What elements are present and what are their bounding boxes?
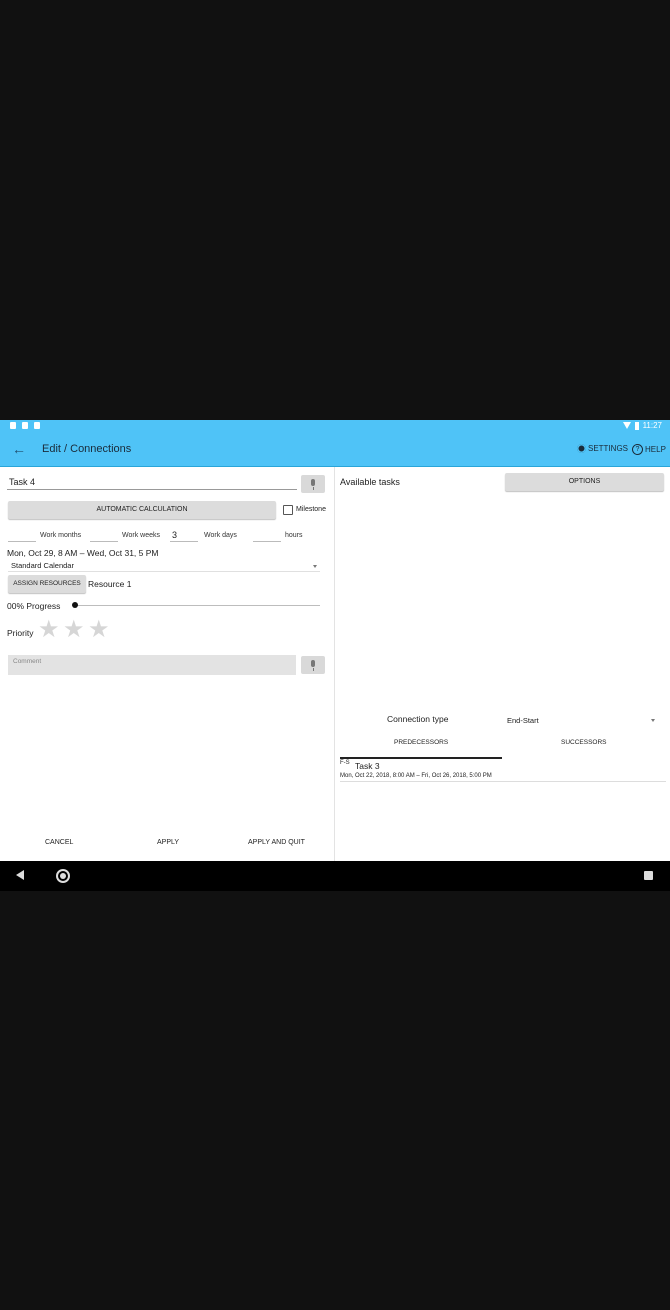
microphone-icon <box>311 660 315 667</box>
options-button[interactable]: OPTIONS <box>505 473 664 491</box>
cancel-button[interactable]: CANCEL <box>45 839 73 846</box>
settings-label: SETTINGS <box>588 444 629 453</box>
notification-icon <box>10 422 16 429</box>
help-icon: ? <box>632 444 643 455</box>
calendar-select[interactable]: Standard Calendar <box>11 561 74 570</box>
assign-resources-button[interactable]: ASSIGN RESOURCES <box>8 575 86 593</box>
home-circle-icon[interactable] <box>56 869 70 883</box>
app-screen: 11:27 ← Edit / Connections SETTINGS ? HE… <box>0 420 670 891</box>
work-days-label: Work days <box>204 532 237 539</box>
microphone-icon <box>311 479 315 486</box>
recents-square-icon[interactable] <box>644 871 653 880</box>
progress-label: 00% Progress <box>7 601 61 611</box>
tab-successors[interactable]: SUCCESSORS <box>561 739 607 746</box>
milestone-label: Milestone <box>296 506 326 513</box>
gear-icon <box>577 444 586 453</box>
priority-label: Priority <box>7 628 34 638</box>
app-bar: ← Edit / Connections SETTINGS ? HELP <box>0 434 670 467</box>
active-tab-indicator <box>340 757 502 759</box>
work-weeks-input[interactable] <box>90 541 118 542</box>
divider <box>340 781 666 782</box>
help-button[interactable]: ? HELP <box>632 444 666 455</box>
task-name-mic-button[interactable] <box>301 475 325 493</box>
work-months-label: Work months <box>40 532 82 539</box>
divider <box>8 571 320 572</box>
pane-divider <box>334 467 335 861</box>
comment-mic-button[interactable] <box>301 656 325 674</box>
predecessor-name: Task 3 <box>355 761 380 771</box>
tab-predecessors[interactable]: PREDECESSORS <box>394 739 448 746</box>
automatic-calculation-button[interactable]: AUTOMATIC CALCULATION <box>8 501 276 519</box>
task-name-input[interactable]: Task 4 <box>9 477 35 487</box>
date-range: Mon, Oct 29, 8 AM – Wed, Oct 31, 5 PM <box>7 548 159 558</box>
help-label: HELP <box>645 445 666 454</box>
notification-icon <box>34 422 40 429</box>
connection-type-select[interactable]: End-Start <box>507 716 539 725</box>
work-weeks-label: Work weeks <box>122 532 160 539</box>
system-nav-bar <box>0 861 670 891</box>
notification-icon <box>22 422 28 429</box>
connection-type-code: F-S <box>340 760 350 766</box>
apply-and-quit-button[interactable]: APPLY AND QUIT <box>248 839 305 846</box>
chevron-down-icon <box>313 565 317 568</box>
task-name-underline <box>7 489 297 490</box>
hours-label: hours <box>285 532 303 539</box>
chevron-down-icon <box>651 719 655 722</box>
back-triangle-icon[interactable] <box>16 870 24 880</box>
star-icon[interactable]: ★ <box>88 618 110 642</box>
milestone-checkbox[interactable] <box>283 505 293 515</box>
comment-placeholder: Comment <box>13 658 42 665</box>
status-time: 11:27 <box>642 421 662 430</box>
wifi-icon <box>622 422 631 429</box>
settings-button[interactable]: SETTINGS <box>577 444 628 453</box>
battery-icon <box>634 421 639 430</box>
predecessor-dates: Mon, Oct 22, 2018, 8:00 AM – Fri, Oct 26… <box>340 773 492 779</box>
page-title: Edit / Connections <box>42 443 132 455</box>
work-days-value[interactable]: 3 <box>172 530 177 540</box>
resource-name: Resource 1 <box>88 579 132 589</box>
available-tasks-label: Available tasks <box>340 477 400 487</box>
hours-input[interactable] <box>253 541 281 542</box>
connection-type-label: Connection type <box>387 714 449 724</box>
star-icon[interactable]: ★ <box>63 618 85 642</box>
progress-slider-thumb[interactable] <box>72 602 78 608</box>
arrow-left-icon[interactable]: ← <box>12 441 26 457</box>
status-bar: 11:27 <box>0 420 670 434</box>
progress-slider[interactable] <box>75 605 320 606</box>
apply-button[interactable]: APPLY <box>157 839 179 846</box>
work-days-input[interactable] <box>170 541 198 542</box>
comment-field[interactable]: Comment <box>8 655 296 675</box>
work-months-input[interactable] <box>8 541 36 542</box>
star-icon[interactable]: ★ <box>38 618 60 642</box>
